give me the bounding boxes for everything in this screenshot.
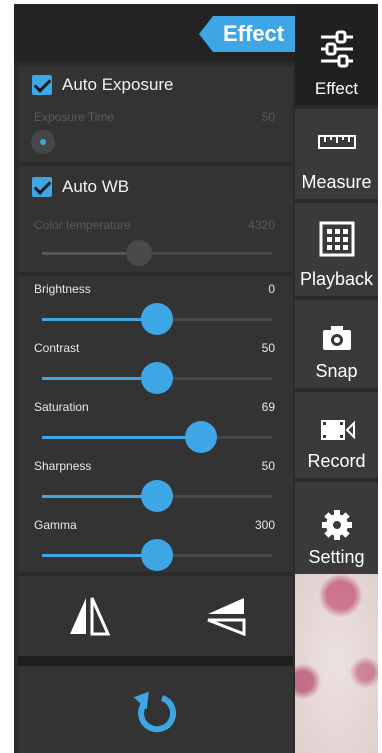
color-temperature-fill (42, 252, 139, 255)
saturation-slider-fill (42, 436, 201, 439)
sharpness-label: Sharpness (34, 459, 92, 473)
ruler-icon (317, 135, 356, 149)
gamma-slider-thumb[interactable] (141, 539, 173, 571)
color-temperature-thumb[interactable] (125, 240, 152, 266)
auto-exposure-label: Auto Exposure (62, 75, 174, 94)
gear-icon (321, 510, 352, 540)
contrast-slider-thumb[interactable] (141, 362, 173, 394)
white-balance-section: Auto WB Color temperature 4320 (18, 166, 293, 272)
nav-item-measure[interactable]: Measure (295, 109, 378, 199)
saturation-value: 69 (261, 400, 275, 414)
color-temperature-slider[interactable] (42, 240, 272, 266)
contrast-value: 50 (261, 341, 275, 355)
contrast-label: Contrast (34, 341, 80, 355)
camera-preview-image (295, 574, 378, 753)
gamma-label: Gamma (34, 518, 77, 532)
color-temperature-value: 4320 (248, 218, 275, 232)
video-icon (320, 420, 355, 440)
flip-vertical-icon[interactable] (204, 596, 248, 636)
flip-row (18, 576, 293, 656)
nav-item-record[interactable]: Record (295, 392, 378, 478)
panel-title-tag: Effect (199, 16, 295, 52)
saturation-slider-thumb[interactable] (184, 421, 217, 453)
sharpness-slider[interactable] (42, 480, 272, 512)
sharpness-slider-fill (42, 495, 157, 498)
app-window: Effect Auto Exposure Exposure Time 50 Au… (14, 4, 378, 753)
contrast-slider[interactable] (42, 362, 272, 394)
nav-item-effect[interactable]: Effect (295, 4, 378, 105)
camera-icon (322, 326, 351, 350)
nav-label-playback: Playback (299, 269, 374, 289)
auto-wb-checkbox-row[interactable]: Auto WB (32, 174, 129, 200)
auto-exposure-checkbox-row[interactable]: Auto Exposure (32, 72, 174, 98)
saturation-slider[interactable] (42, 421, 272, 453)
brightness-slider[interactable] (42, 303, 272, 335)
sharpness-slider-thumb[interactable] (141, 480, 173, 512)
brightness-label: Brightness (34, 282, 91, 296)
nav-label-setting: Setting (308, 547, 365, 567)
color-temperature-label: Color temperature (34, 218, 131, 232)
auto-wb-label: Auto WB (62, 177, 130, 196)
side-navigation: Effect Measure Playback Snap Record Sett… (295, 4, 378, 574)
exposure-time-slider-thumb[interactable] (31, 130, 55, 154)
panel-header: Effect (14, 4, 295, 62)
brightness-slider-fill (42, 318, 157, 321)
reset-area (18, 666, 293, 753)
sliders-icon (320, 30, 353, 68)
adjustments-section: Brightness 0 Contrast 50 Saturation 69 Sharpne… (18, 276, 293, 572)
gamma-slider[interactable] (42, 539, 272, 571)
auto-exposure-checkbox[interactable] (32, 75, 52, 95)
nav-item-snap[interactable]: Snap (295, 300, 378, 388)
exposure-time-label: Exposure Time (34, 110, 115, 124)
nav-label-snap: Snap (315, 361, 358, 381)
nav-label-measure: Measure (301, 172, 372, 192)
nav-label-effect: Effect (314, 79, 359, 98)
gamma-slider-fill (42, 554, 157, 557)
exposure-time-value: 50 (261, 110, 275, 124)
gamma-value: 300 (254, 518, 275, 532)
brightness-value: 0 (268, 282, 275, 296)
saturation-label: Saturation (34, 400, 89, 414)
exposure-section: Auto Exposure Exposure Time 50 (18, 66, 293, 162)
reset-icon[interactable] (132, 690, 180, 738)
contrast-slider-fill (42, 377, 157, 380)
sharpness-value: 50 (261, 459, 275, 473)
auto-wb-checkbox[interactable] (32, 177, 52, 197)
nav-item-playback[interactable]: Playback (295, 203, 378, 296)
grid-icon (319, 221, 354, 257)
nav-label-record: Record (307, 451, 366, 471)
effect-panel: Effect Auto Exposure Exposure Time 50 Au… (14, 4, 295, 753)
panel-divider (18, 656, 293, 666)
flip-horizontal-icon[interactable] (68, 594, 110, 638)
nav-item-setting[interactable]: Setting (295, 482, 378, 574)
brightness-slider-thumb[interactable] (141, 303, 173, 335)
